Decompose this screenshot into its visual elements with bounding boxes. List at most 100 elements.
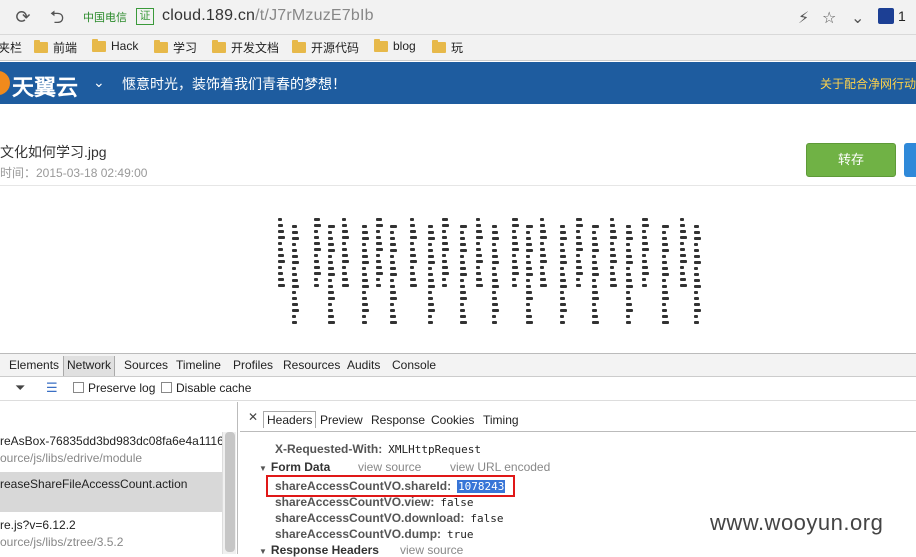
notice-link[interactable]: 关于配合净网行动 [820,75,916,92]
tab-sources[interactable]: Sources [124,358,168,372]
star-icon[interactable]: ☆ [822,8,836,28]
tab-elements[interactable]: Elements [9,358,59,372]
highlight-box [266,475,515,497]
url-domain: cloud.189.cn [162,7,256,24]
calligraphy-column [292,225,299,327]
calligraphy-column [626,225,633,327]
tab-cookies[interactable]: Cookies [431,413,474,427]
request-path: ource/js/libs/ztree/3.5.2 [0,535,124,549]
form-field: shareAccessCountVO.view: false [275,495,474,509]
site-header: 天翼云 ⌄ 惬意时光，装饰着我们青春的梦想！ 关于配合净网行动 [0,62,916,104]
calligraphy-column [560,225,567,327]
request-row[interactable]: re.js?v=6.12.2 ource/js/libs/ztree/3.5.2 [0,518,222,554]
disable-cache-label: Disable cache [176,381,252,395]
bookmark-folder-opensource[interactable]: 开源代码 [292,39,359,56]
tab-headers[interactable]: Headers [263,411,317,428]
site-logo[interactable]: 天翼云 [12,70,78,102]
calligraphy-column [476,218,483,290]
devtools-tabbar: Elements Network Sources Timeline Profil… [0,353,916,377]
bookmark-label: 开发文档 [231,41,280,55]
calligraphy-column [428,225,435,327]
request-path: ource/js/libs/edrive/module [0,451,143,465]
extension-icon[interactable] [878,8,894,24]
tab-profiles[interactable]: Profiles [233,358,273,372]
bookmark-folder-blog[interactable]: blog [374,38,416,53]
bookmark-folder-play[interactable]: 玩 [432,39,463,56]
request-name: re.js?v=6.12.2 [0,518,76,532]
extension-count: 1 [898,8,906,24]
file-info: 文化如何学习.jpg 时间：2015-03-18 02:49:00 转存 [0,134,916,186]
bookmark-partial[interactable]: 夹栏 [0,39,22,56]
bookmark-folder-docs[interactable]: 开发文档 [212,39,279,56]
request-row-selected[interactable]: reaseShareFileAccessCount.action [0,472,222,512]
tab-console[interactable]: Console [392,358,436,372]
header-row: X-Requested-With: XMLHttpRequest [275,442,481,456]
disable-cache-checkbox[interactable] [161,382,172,393]
calligraphy-column [610,218,617,290]
bookmark-label: 开源代码 [311,41,360,55]
scrollbar[interactable] [222,432,236,554]
close-icon[interactable]: ✕ [248,410,258,424]
calligraphy-column [512,218,519,290]
tab-preview[interactable]: Preview [320,413,363,427]
tab-timeline[interactable]: Timeline [176,358,221,372]
field-value: false [470,512,504,525]
certificate-icon[interactable]: 证 [136,8,154,25]
form-data-section[interactable]: ▼ Form Data [259,460,330,474]
image-preview [270,218,710,354]
flash-icon[interactable]: ⚡ [798,8,809,28]
bookmark-label: Hack [111,39,139,53]
scrollbar-thumb[interactable] [225,432,235,552]
view-source-link[interactable]: view source [400,543,463,557]
tab-audits[interactable]: Audits [347,358,380,372]
save-button[interactable]: 转存 [806,143,896,177]
carrier-label: 中国电信 [83,12,127,24]
tab-timing[interactable]: Timing [483,413,519,427]
section-title: Form Data [270,460,331,474]
network-toolbar: ⏷ ☰ Preserve log Disable cache [0,377,916,401]
bookmark-folder-learn[interactable]: 学习 [154,39,197,56]
watermark: www.wooyun.org [710,510,884,535]
request-row[interactable]: reAsBox-76835dd3bd983dc08fa6e4a1116... o… [0,434,222,470]
calligraphy-column [460,225,467,327]
form-field: shareAccessCountVO.dump: true [275,527,474,541]
view-url-encoded-link[interactable]: view URL encoded [450,460,550,474]
tab-resources[interactable]: Resources [283,358,340,372]
folder-icon [212,40,226,53]
tab-divider [240,431,916,432]
folder-icon [92,38,106,52]
field-key: shareAccessCountVO.dump: [275,527,442,541]
field-value: true [447,528,474,541]
calligraphy-column [328,225,335,327]
file-name: 文化如何学习.jpg [0,144,107,160]
list-view-icon[interactable]: ☰ [46,380,58,396]
bookmark-folder-hack[interactable]: Hack [92,38,139,53]
url-field[interactable]: cloud.189.cn/t/J7rMzuzE7bIb [162,7,374,25]
calligraphy-column [278,218,285,290]
bookmark-label: blog [393,39,416,53]
reload-icon[interactable]: ⟳ [12,6,34,28]
field-key: shareAccessCountVO.download: [275,511,465,525]
calligraphy-column [492,225,499,327]
back-icon[interactable]: ⮌ [46,6,68,28]
response-headers-section[interactable]: ▼ Response Headers [259,543,379,557]
calligraphy-column [680,218,687,290]
request-list: reAsBox-76835dd3bd983dc08fa6e4a1116... o… [0,402,238,554]
preserve-log-checkbox[interactable] [73,382,84,393]
calligraphy-column [540,218,547,290]
download-button[interactable] [904,143,916,177]
tab-network[interactable]: Network [63,356,116,376]
header-key: X-Requested-With: [275,442,383,456]
chevron-down-icon[interactable]: ⌄ [93,74,105,91]
tab-response[interactable]: Response [371,413,425,427]
folder-icon [432,40,446,53]
view-source-link[interactable]: view source [358,460,421,474]
calligraphy-column [662,225,669,327]
filter-icon[interactable]: ⏷ [15,380,25,396]
calligraphy-column [390,225,397,327]
calligraphy-column [576,218,583,290]
triangle-down-icon: ▼ [259,547,267,556]
chevron-down-icon[interactable]: ⌄ [851,8,864,28]
folder-icon [34,40,48,53]
bookmark-folder-frontend[interactable]: 前端 [34,39,77,56]
